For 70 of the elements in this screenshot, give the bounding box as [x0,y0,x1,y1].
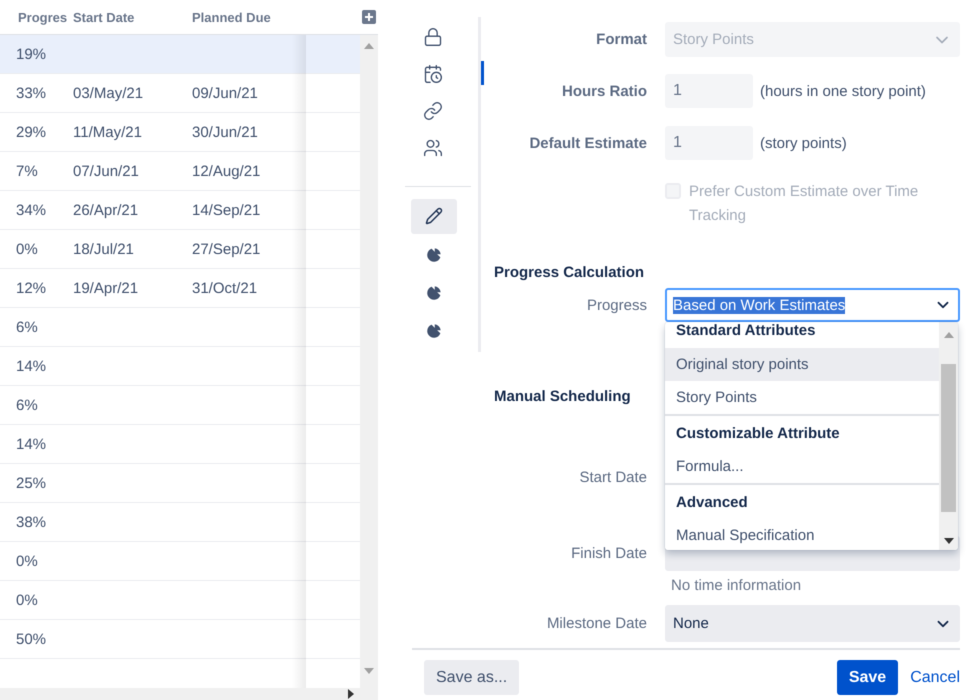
section-heading: Manual Scheduling [494,388,631,404]
hint-text: No time information [671,576,802,594]
table-cell-text: 09/Jun/21 [192,84,259,102]
field-note: (story points) [760,134,847,152]
lock-icon [423,26,443,47]
table-cell-text: 6% [15,318,39,336]
calendar-clock-icon [423,64,443,84]
field-label: Hours Ratio [560,82,647,100]
field-label: Finish Date [570,545,647,562]
scroll-down-icon[interactable] [944,538,954,544]
pie-chart-icon [425,322,443,340]
scroll-right-icon[interactable] [348,689,354,699]
column-header[interactable]: Planned Due [192,10,289,24]
field-label: Milestone Date [546,615,647,632]
checkbox-label: Prefer Custom Estimate over Time Tracking [689,182,920,226]
table-cell-text: 31/Oct/21 [192,280,258,296]
users-icon [423,138,443,158]
input-field[interactable]: 1 [665,74,753,108]
table-cell-text: 07/Jun/21 [73,162,140,180]
table-cell-text: 14% [15,358,48,374]
table-cell-text: 14/Sep/21 [192,202,262,218]
column-header[interactable]: Progres [0,10,73,24]
table-cell-text: 26/Apr/21 [73,202,140,218]
table-cell-text: 6% [15,396,39,414]
table-cell-text: 14% [15,436,48,452]
pencil-button[interactable] [411,199,457,234]
save-button[interactable]: Save [836,660,898,695]
table-cell-text: 18/Jul/21 [73,240,135,258]
field-note: (hours in one story point) [760,82,926,100]
field-label: Start Date [578,468,647,486]
table-cell-text: 0% [15,552,39,570]
table-cell-text: 19% [15,46,48,62]
pie-chart-icon [425,246,443,264]
table-cell-text: 03/May/21 [73,84,144,102]
table-cell-text: 0% [15,240,39,258]
table-cell-text: 33% [15,84,48,102]
table-cell-text: 12% [15,280,48,296]
table-cell-text: 50% [15,630,48,648]
table-cell-text: 0% [15,592,39,608]
progress-select[interactable]: Based on Work Estimates [665,288,960,322]
cancel-link[interactable]: Cancel [898,668,960,686]
dropdown-option[interactable]: Original story points [665,348,939,381]
table-cell-text: 38% [15,514,48,530]
table-cell-text: 29% [15,124,48,140]
dropdown-option[interactable]: Manual Specification [665,519,939,550]
table-cell-text: 11/May/21 [73,124,143,140]
input-field[interactable]: 1 [665,126,753,160]
table-row[interactable]: 19% [0,35,360,74]
horizontal-scrollbar[interactable] [0,688,378,700]
group-heading: Standard Attributes [675,322,816,340]
table-cell-text: 34% [15,202,48,218]
table-cell-text: 25% [15,474,48,492]
column-header[interactable]: Start Date [73,10,192,24]
pencil-icon [425,207,443,226]
table-cell-text: 12/Aug/21 [192,162,262,180]
field-label: Default Estimate [528,134,647,152]
table-cell-text: 7% [15,162,39,180]
field-label: Format [595,31,647,48]
add-column-icon[interactable] [362,10,376,24]
pie-chart-icon [425,284,443,302]
milestone-date-select[interactable]: None [665,605,960,642]
link-icon [423,100,443,121]
selected-value: Based on Work Estimates [673,296,846,314]
save-as-button[interactable]: Save as... [424,660,520,695]
field-label: Progress [586,296,647,314]
table-cell-text: 27/Sep/21 [192,240,262,258]
table-cell-text: 30/Jun/21 [192,124,259,140]
section-heading: Progress Calculation [494,264,644,280]
table-cell-text: 19/Apr/21 [73,280,140,296]
menu-scrollbar[interactable] [939,322,958,550]
